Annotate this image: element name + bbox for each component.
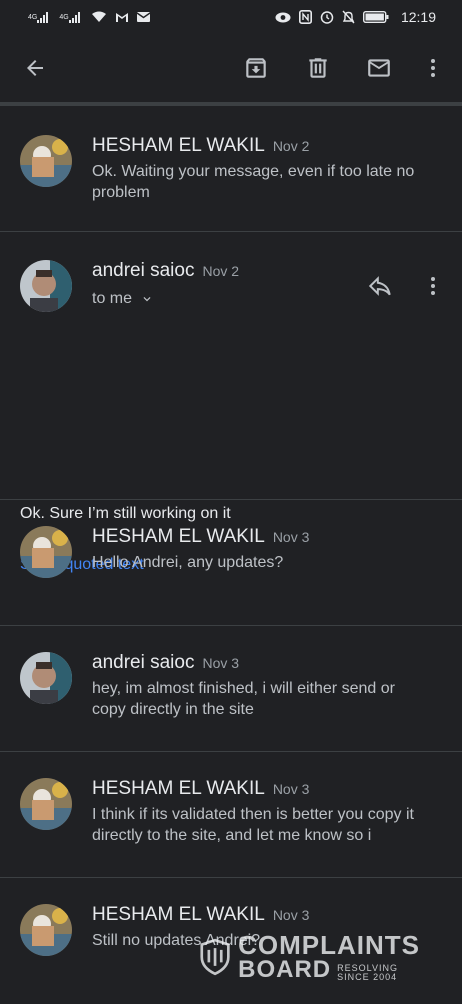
watermark-tagline: RESOLVING SINCE 2004 — [337, 964, 398, 982]
more-vert-icon — [431, 59, 435, 77]
watermark-tag-2: SINCE 2004 — [337, 972, 398, 982]
sender-name: andrei saioc — [92, 260, 195, 281]
network-type-2: 4G — [59, 13, 69, 21]
app-toolbar — [0, 34, 462, 102]
delete-icon — [309, 58, 327, 78]
archive-button[interactable] — [232, 44, 280, 92]
message-item[interactable]: HESHAM EL WAKIL Nov 3 I think if its val… — [0, 752, 462, 878]
message-item-expanded: andrei saioc Nov 2 to me Ok. Sure I’m st… — [0, 232, 462, 573]
avatar — [20, 526, 72, 578]
message-snippet: Hello Andrei, any updates? — [92, 554, 284, 571]
message-snippet: hey, im almost finished, i will either s… — [92, 680, 395, 718]
reply-icon — [368, 276, 391, 296]
recipients-toggle[interactable]: to me — [92, 290, 154, 308]
network-type-1: 4G — [28, 13, 38, 21]
wifi-icon — [91, 11, 107, 23]
battery-icon — [362, 11, 389, 23]
reply-button[interactable] — [360, 266, 400, 306]
avatar — [20, 260, 72, 312]
more-vert-icon — [431, 277, 435, 295]
clock-time: 12:19 — [400, 9, 436, 25]
watermark-text: COMPLAINTS BOARD RESOLVING SINCE 2004 — [238, 932, 420, 982]
message-snippet: Ok. Waiting your message, even if too la… — [92, 163, 415, 201]
mark-unread-icon — [368, 59, 390, 77]
sender-line: HESHAM EL WAKIL Nov 2 — [92, 135, 309, 157]
signal-1-icon: 4G — [28, 11, 51, 23]
signal-2-icon: 4G — [59, 11, 82, 23]
message-item[interactable]: HESHAM EL WAKIL Nov 3 Hello Andrei, any … — [0, 500, 462, 626]
complaints-board-watermark: COMPLAINTS BOARD RESOLVING SINCE 2004 — [200, 930, 420, 984]
avatar — [20, 135, 72, 187]
sender-line: andrei saioc Nov 3 — [92, 652, 239, 674]
back-arrow-icon — [27, 60, 43, 76]
sender-line: andrei saioc Nov 2 — [92, 260, 239, 282]
message-date: Nov 2 — [272, 138, 310, 154]
shield-icon — [200, 938, 230, 976]
status-bar: 4G 4G 12:19 — [0, 0, 462, 34]
sender-line: HESHAM EL WAKIL Nov 3 — [92, 904, 309, 926]
recipients-label: to me — [92, 290, 133, 307]
message-date: Nov 3 — [272, 529, 310, 545]
sender-line: HESHAM EL WAKIL Nov 3 — [92, 778, 309, 800]
mark-unread-button[interactable] — [355, 44, 403, 92]
nfc-icon — [298, 10, 312, 24]
sender-name: HESHAM EL WAKIL — [92, 135, 265, 156]
message-item[interactable]: HESHAM EL WAKIL Nov 2 Ok. Waiting your m… — [0, 106, 462, 232]
eye-icon — [275, 12, 291, 23]
alarm-icon — [320, 10, 334, 24]
gmail-notification-icon — [115, 12, 129, 23]
sender-name: HESHAM EL WAKIL — [92, 526, 265, 547]
avatar — [20, 778, 72, 830]
watermark-line-1: COMPLAINTS — [238, 930, 420, 960]
sender-name: HESHAM EL WAKIL — [92, 904, 265, 925]
sender-name: andrei saioc — [92, 652, 195, 673]
status-right: 12:19 — [275, 9, 436, 25]
message-snippet: I think if its validated then is better … — [92, 806, 414, 844]
delete-button[interactable] — [294, 44, 342, 92]
avatar — [20, 904, 72, 956]
sender-line: HESHAM EL WAKIL Nov 3 — [92, 526, 309, 548]
message-more-button[interactable] — [413, 266, 453, 306]
message-date: Nov 3 — [272, 907, 310, 923]
message-date: Nov 3 — [272, 781, 310, 797]
message-item[interactable]: andrei saioc Nov 3 hey, im almost finish… — [0, 626, 462, 752]
avatar — [20, 652, 72, 704]
sender-name: HESHAM EL WAKIL — [92, 778, 265, 799]
message-date: Nov 2 — [202, 263, 240, 279]
bell-muted-icon — [342, 10, 355, 24]
message-thread: HESHAM EL WAKIL Nov 2 Ok. Waiting your m… — [0, 106, 462, 1004]
more-options-button[interactable] — [409, 44, 457, 92]
message-date: Nov 3 — [202, 655, 240, 671]
status-left: 4G 4G — [28, 11, 150, 23]
archive-icon — [246, 58, 266, 78]
mail-notification-icon — [136, 12, 150, 22]
back-button[interactable] — [11, 44, 59, 92]
watermark-line-2-row: BOARD RESOLVING SINCE 2004 — [238, 958, 420, 982]
chevron-down-icon — [143, 297, 151, 302]
watermark-line-2: BOARD — [238, 956, 332, 983]
